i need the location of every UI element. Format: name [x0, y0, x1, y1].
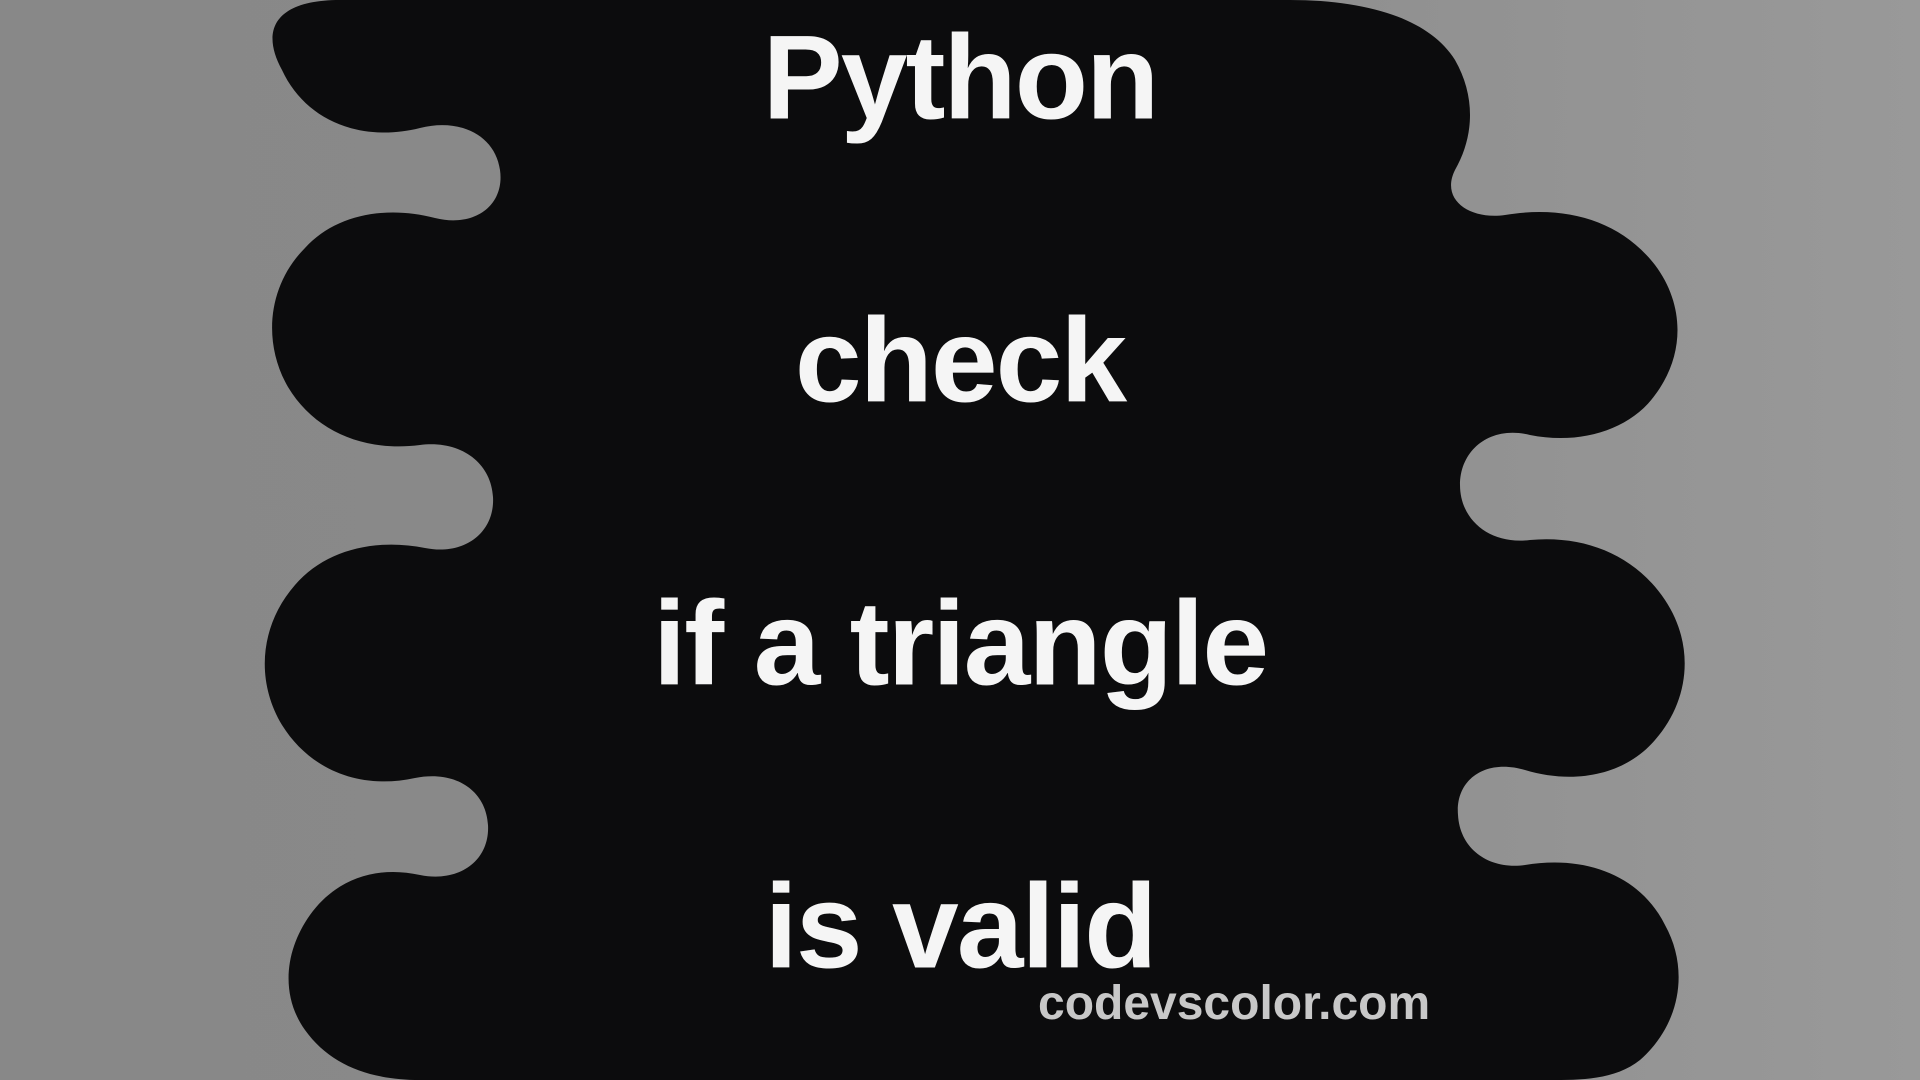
- title-line-1: Python: [763, 10, 1158, 144]
- watermark-text: codevscolor.com: [1038, 976, 1430, 1031]
- title-line-4: is valid: [765, 860, 1156, 994]
- title-text: Python check if a triangle is valid: [653, 0, 1267, 998]
- title-line-2: check: [795, 293, 1125, 427]
- graphic-stage: Python check if a triangle is valid code…: [0, 0, 1920, 1080]
- title-line-3: if a triangle: [653, 577, 1267, 711]
